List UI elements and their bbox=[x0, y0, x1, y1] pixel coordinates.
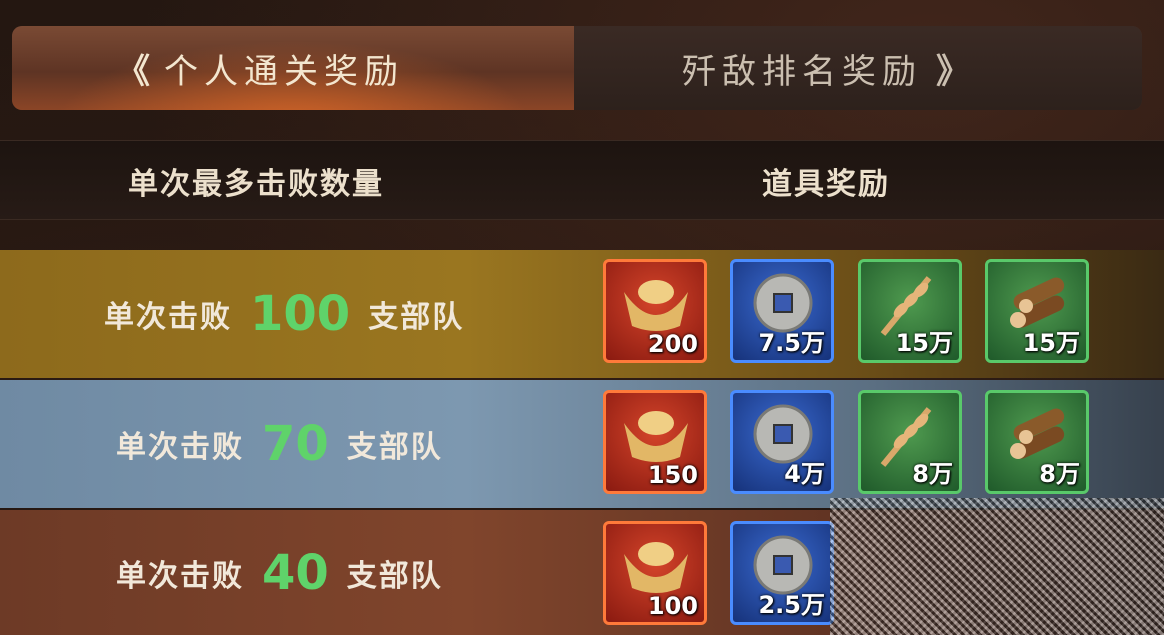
reward-qty: 100 bbox=[647, 592, 698, 620]
obscured-region bbox=[830, 498, 1164, 635]
tab-personal-clear-rewards[interactable]: 《 个人通关奖励 bbox=[12, 26, 574, 110]
reward-qty: 15万 bbox=[895, 329, 953, 357]
reward-item-wheat[interactable]: 15万 bbox=[858, 259, 962, 363]
reward-item-coin[interactable]: 7.5万 bbox=[730, 259, 834, 363]
row-suffix: 支部队 bbox=[346, 430, 443, 465]
row-prefix: 单次击败 bbox=[104, 300, 232, 335]
reward-item-wood[interactable]: 8万 bbox=[985, 390, 1089, 494]
gold-ingot-icon bbox=[624, 411, 688, 462]
row-prefix: 单次击败 bbox=[116, 558, 244, 594]
reward-qty: 15万 bbox=[1022, 329, 1080, 357]
reward-row: 单次击败 100 支部队 200 7.5万 15万 15万 bbox=[0, 250, 1164, 378]
kill-count: 100 bbox=[250, 286, 351, 342]
reward-qty: 8万 bbox=[912, 460, 953, 488]
reward-item-wheat[interactable]: 8万 bbox=[858, 390, 962, 494]
reward-qty: 2.5万 bbox=[758, 591, 825, 619]
chevron-right-icon: 》 bbox=[936, 51, 970, 92]
row-label: 单次击败 70 支部队 bbox=[116, 380, 443, 508]
gold-ingot-icon bbox=[624, 280, 688, 331]
tab-label: 个人通关奖励 bbox=[164, 51, 404, 92]
row-suffix: 支部队 bbox=[346, 558, 443, 594]
reward-qty: 200 bbox=[647, 330, 698, 358]
reward-qty: 150 bbox=[647, 461, 698, 489]
reward-item-gold[interactable]: 200 bbox=[603, 259, 707, 363]
table-header: 单次最多击败数量 道具奖励 bbox=[0, 140, 1164, 220]
reward-item-gold[interactable]: 100 bbox=[603, 521, 707, 625]
kill-count: 40 bbox=[262, 544, 329, 601]
header-kill-count: 单次最多击败数量 bbox=[128, 167, 384, 202]
chevron-left-icon: 《 bbox=[116, 51, 150, 92]
gold-ingot-icon bbox=[624, 542, 688, 593]
kill-count: 70 bbox=[262, 416, 329, 472]
reward-row: 单次击败 70 支部队 150 4万 8万 8万 bbox=[0, 380, 1164, 508]
header-item-rewards: 道具奖励 bbox=[762, 167, 890, 202]
reward-tabs: 《 个人通关奖励 歼敌排名奖励 》 bbox=[12, 26, 1142, 110]
tab-kill-ranking-rewards[interactable]: 歼敌排名奖励 》 bbox=[574, 26, 1142, 110]
row-suffix: 支部队 bbox=[368, 300, 465, 335]
row-prefix: 单次击败 bbox=[116, 430, 244, 465]
reward-qty: 7.5万 bbox=[758, 329, 825, 357]
reward-item-coin[interactable]: 2.5万 bbox=[730, 521, 834, 625]
tab-label: 歼敌排名奖励 bbox=[682, 51, 922, 92]
reward-item-coin[interactable]: 4万 bbox=[730, 390, 834, 494]
row-label: 单次击败 100 支部队 bbox=[104, 250, 464, 378]
row-label: 单次击败 40 支部队 bbox=[116, 510, 443, 635]
reward-item-gold[interactable]: 150 bbox=[603, 390, 707, 494]
reward-qty: 4万 bbox=[784, 460, 825, 488]
reward-item-wood[interactable]: 15万 bbox=[985, 259, 1089, 363]
reward-qty: 8万 bbox=[1039, 460, 1080, 488]
